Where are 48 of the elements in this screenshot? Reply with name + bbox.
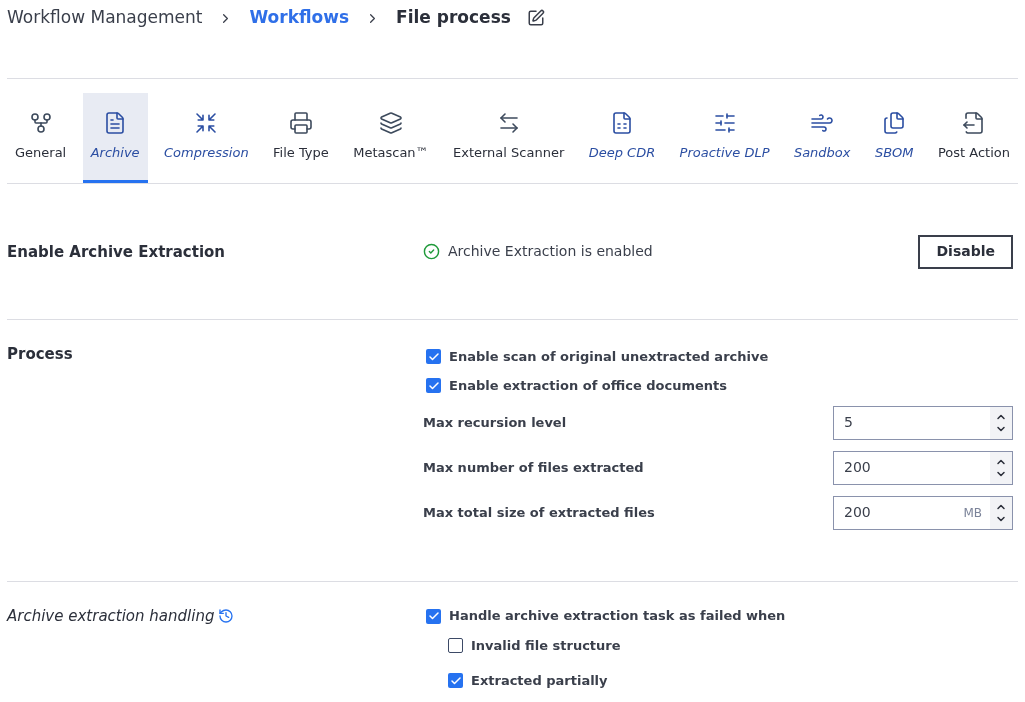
tab[interactable]: SBOM — [866, 93, 922, 183]
number-field[interactable]: 5 — [833, 405, 1013, 440]
file-export-icon — [961, 110, 986, 135]
tab[interactable]: Archive — [82, 93, 148, 183]
field-label: Max total size of extracted files — [423, 503, 655, 522]
checkbox-label: Handle archive extraction task as failed when — [449, 607, 786, 626]
section-title: Process — [7, 345, 73, 363]
disable-button[interactable]: Disable — [918, 234, 1013, 269]
checkbox[interactable] — [426, 378, 441, 393]
compress-icon — [194, 110, 219, 135]
history-icon[interactable] — [218, 608, 235, 624]
checkbox[interactable] — [426, 349, 441, 364]
status-text: Archive Extraction is enabled — [448, 242, 653, 261]
checkbox-label: Invalid file structure — [471, 636, 621, 655]
files-icon — [882, 110, 907, 135]
spinner-arrows[interactable] — [990, 406, 1012, 439]
tab[interactable]: Compression — [156, 93, 257, 183]
checkbox-label: Enable extraction of office documents — [449, 376, 728, 395]
tab[interactable]: Metascan™ — [345, 93, 437, 183]
field-label: Max recursion level — [423, 413, 567, 432]
checkbox-label: Extracted partially — [471, 671, 608, 690]
tab[interactable]: External Scanner — [445, 93, 573, 183]
field-label: Max number of files extracted — [423, 458, 644, 477]
tab[interactable]: General — [7, 93, 75, 183]
tab[interactable]: Deep CDR — [580, 93, 664, 183]
tab[interactable]: Sandbox — [785, 93, 859, 183]
tab[interactable]: Post Action — [929, 93, 1018, 183]
number-field[interactable]: 200 — [833, 450, 1013, 485]
spinner-arrows[interactable] — [990, 496, 1012, 529]
breadcrumb-item: File process — [396, 6, 511, 30]
checkbox[interactable] — [448, 638, 463, 653]
nodes-icon — [28, 110, 53, 135]
breadcrumb-item: Workflow Management — [7, 6, 203, 30]
printer-icon — [288, 110, 313, 135]
number-field[interactable]: 200 MB — [833, 495, 1013, 530]
checkbox-label: Enable scan of original unextracted archive — [449, 347, 769, 366]
edit-icon[interactable] — [526, 9, 545, 27]
section-title: Enable Archive Extraction — [7, 242, 225, 261]
spinner-arrows[interactable] — [990, 451, 1012, 484]
unit-label: MB — [963, 504, 982, 522]
section-title: Archive extraction handling — [7, 605, 215, 627]
tab[interactable]: File Type — [265, 93, 337, 183]
checkbox[interactable] — [448, 673, 463, 688]
sliders-icon — [712, 110, 737, 135]
tab[interactable]: Proactive DLP — [671, 93, 778, 183]
layers-icon — [378, 110, 403, 135]
checkbox[interactable] — [426, 608, 441, 624]
breadcrumb-item[interactable]: Workflows — [249, 5, 350, 31]
